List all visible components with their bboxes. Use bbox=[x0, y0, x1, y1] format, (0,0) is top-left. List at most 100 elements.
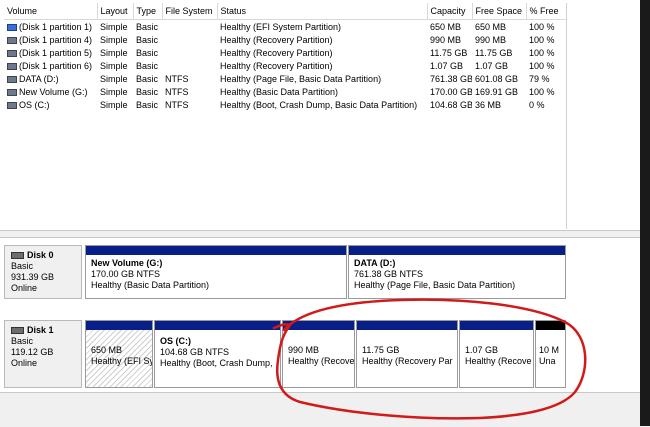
file-system-cell bbox=[162, 46, 217, 59]
layout-cell: Simple bbox=[100, 47, 128, 58]
volume-name: (Disk 1 partition 6) bbox=[19, 60, 93, 71]
partition-data-d[interactable]: DATA (D:) 761.38 GB NTFS Healthy (Page F… bbox=[348, 245, 566, 299]
volume-icon bbox=[7, 101, 17, 109]
disk-type: Basic bbox=[11, 336, 34, 346]
status-cell: Healthy (Page File, Basic Data Partition… bbox=[220, 73, 382, 84]
volume-icon bbox=[7, 75, 17, 83]
disk-management-window: Volume Layout Type File System Status Ca… bbox=[0, 0, 650, 427]
partition-bar bbox=[283, 321, 354, 330]
partition-recovery-6[interactable]: 1.07 GB Healthy (Recove bbox=[459, 320, 534, 388]
table-row[interactable]: OS (C:) Simple Basic NTFS Healthy (Boot,… bbox=[4, 98, 566, 111]
table-row[interactable]: New Volume (G:) Simple Basic NTFS Health… bbox=[4, 85, 566, 98]
table-header-row: Volume Layout Type File System Status Ca… bbox=[4, 3, 567, 20]
type-cell: Basic bbox=[136, 60, 159, 71]
percent-free-cell: 100 % bbox=[529, 47, 555, 58]
type-cell: Basic bbox=[136, 86, 159, 97]
volume-icon bbox=[7, 62, 17, 70]
partition-title: DATA (D:) bbox=[354, 258, 396, 268]
layout-cell: Simple bbox=[100, 34, 128, 45]
type-cell: Basic bbox=[136, 99, 159, 110]
partition-new-volume-g[interactable]: New Volume (G:) 170.00 GB NTFS Healthy (… bbox=[85, 245, 347, 299]
table-row[interactable]: (Disk 1 partition 4) Simple Basic Health… bbox=[4, 33, 566, 46]
partition-bar bbox=[155, 321, 280, 330]
partition-status: Healthy (Page File, Basic Data Partition… bbox=[354, 280, 516, 290]
column-header-percent-free[interactable]: % Free bbox=[526, 3, 567, 20]
type-cell: Basic bbox=[136, 21, 159, 32]
partition-bar bbox=[536, 321, 565, 330]
partition-size: 650 MB bbox=[91, 345, 123, 355]
capacity-cell: 761.38 GB bbox=[430, 73, 472, 84]
window-edge bbox=[640, 0, 650, 426]
partition-status: Healthy (Recove bbox=[465, 356, 532, 366]
partition-status: Healthy (Basic Data Partition) bbox=[91, 280, 210, 290]
partition-bar bbox=[349, 246, 565, 255]
status-cell: Healthy (Recovery Partition) bbox=[220, 47, 333, 58]
disk-icon bbox=[11, 327, 24, 334]
volume-name: (Disk 1 partition 5) bbox=[19, 47, 93, 58]
free-space-cell: 601.08 GB bbox=[475, 73, 519, 84]
column-header-capacity[interactable]: Capacity bbox=[427, 3, 473, 20]
partition-status: Healthy (Recove bbox=[288, 356, 354, 366]
table-row[interactable]: DATA (D:) Simple Basic NTFS Healthy (Pag… bbox=[4, 72, 566, 85]
partition-size: 761.38 GB NTFS bbox=[354, 269, 424, 279]
column-header-volume[interactable]: Volume bbox=[4, 3, 98, 20]
capacity-cell: 990 MB bbox=[430, 34, 462, 45]
layout-cell: Simple bbox=[100, 86, 128, 97]
partition-size: 11.75 GB bbox=[362, 345, 400, 355]
volume-name: (Disk 1 partition 4) bbox=[19, 34, 93, 45]
partition-status: Healthy (Recovery Par bbox=[362, 356, 453, 366]
column-header-file-system[interactable]: File System bbox=[162, 3, 218, 20]
status-cell: Healthy (Recovery Partition) bbox=[220, 34, 333, 45]
table-row[interactable]: (Disk 1 partition 5) Simple Basic Health… bbox=[4, 46, 566, 59]
percent-free-cell: 100 % bbox=[529, 21, 555, 32]
volume-icon bbox=[7, 88, 17, 96]
partition-status: Healthy (Boot, Crash Dump, bbox=[160, 358, 273, 368]
partition-size: 990 MB bbox=[288, 345, 320, 355]
percent-free-cell: 100 % bbox=[529, 86, 555, 97]
partition-bar bbox=[86, 246, 346, 255]
table-row[interactable]: (Disk 1 partition 1) Simple Basic Health… bbox=[4, 20, 566, 34]
disk-name: Disk 0 bbox=[27, 250, 54, 260]
partition-os-c[interactable]: OS (C:) 104.68 GB NTFS Healthy (Boot, Cr… bbox=[154, 320, 281, 388]
volume-icon bbox=[7, 36, 17, 44]
partition-status: Una bbox=[539, 356, 556, 366]
percent-free-cell: 79 % bbox=[529, 73, 550, 84]
partition-title: OS (C:) bbox=[160, 336, 191, 346]
volume-name: New Volume (G:) bbox=[19, 86, 88, 97]
partition-status: Healthy (EFI Sy bbox=[91, 356, 152, 366]
free-space-cell: 169.91 GB bbox=[475, 86, 519, 97]
table-column-divider bbox=[566, 3, 567, 229]
status-cell: Healthy (Boot, Crash Dump, Basic Data Pa… bbox=[220, 99, 418, 110]
table-row[interactable]: (Disk 1 partition 6) Simple Basic Health… bbox=[4, 59, 566, 72]
disk-0-label[interactable]: Disk 0 Basic 931.39 GB Online bbox=[4, 245, 82, 299]
disk-size: 119.12 GB bbox=[11, 347, 54, 357]
column-header-layout[interactable]: Layout bbox=[97, 3, 134, 20]
disk-1-label[interactable]: Disk 1 Basic 119.12 GB Online bbox=[4, 320, 82, 388]
partition-recovery-5[interactable]: 11.75 GB Healthy (Recovery Par bbox=[356, 320, 458, 388]
pane-splitter[interactable] bbox=[0, 230, 650, 238]
disk-name: Disk 1 bbox=[27, 325, 54, 335]
status-area bbox=[0, 392, 650, 427]
type-cell: Basic bbox=[136, 47, 159, 58]
layout-cell: Simple bbox=[100, 73, 128, 84]
partition-size: 104.68 GB NTFS bbox=[160, 347, 230, 357]
file-system-cell bbox=[162, 59, 217, 72]
volume-icon bbox=[7, 49, 17, 57]
percent-free-cell: 0 % bbox=[529, 99, 545, 110]
volume-name: DATA (D:) bbox=[19, 73, 59, 84]
column-header-type[interactable]: Type bbox=[133, 3, 163, 20]
disk-state: Online bbox=[11, 358, 38, 368]
partition-size: 10 M bbox=[539, 345, 560, 355]
status-cell: Healthy (EFI System Partition) bbox=[220, 21, 342, 32]
file-system-cell: NTFS bbox=[165, 86, 189, 97]
disk-icon bbox=[11, 252, 24, 259]
partition-unallocated[interactable]: 10 M Una bbox=[535, 320, 566, 388]
volume-name: OS (C:) bbox=[19, 99, 50, 110]
layout-cell: Simple bbox=[100, 99, 128, 110]
partition-efi[interactable]: 650 MB Healthy (EFI Sy bbox=[85, 320, 153, 388]
column-header-status[interactable]: Status bbox=[217, 3, 428, 20]
free-space-cell: 36 MB bbox=[475, 99, 502, 110]
partition-recovery-4[interactable]: 990 MB Healthy (Recove bbox=[282, 320, 355, 388]
free-space-cell: 11.75 GB bbox=[475, 47, 513, 58]
column-header-free-space[interactable]: Free Space bbox=[472, 3, 527, 20]
